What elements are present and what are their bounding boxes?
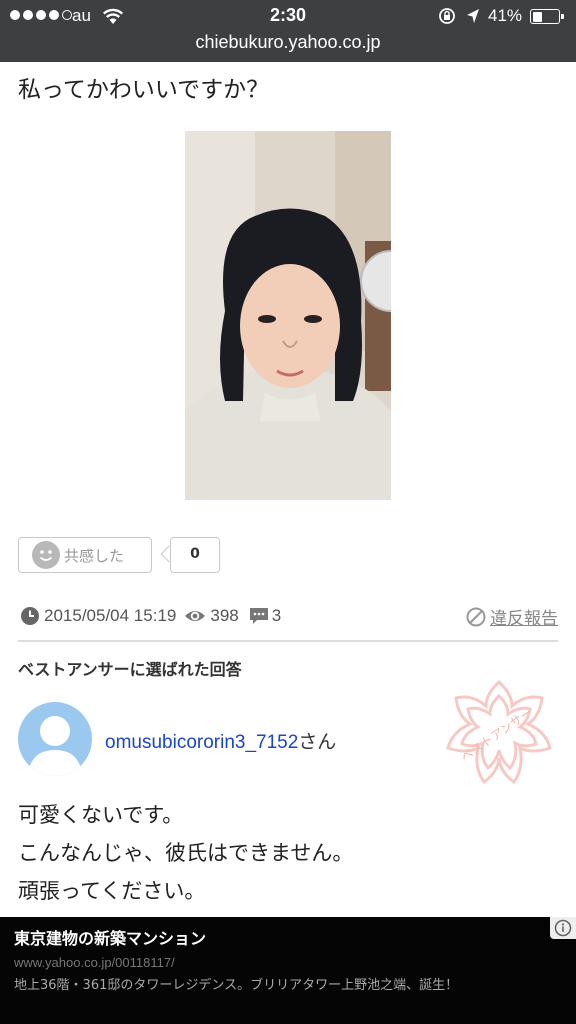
ad-title[interactable]: 東京建物の新築マンション xyxy=(14,925,562,949)
battery-icon xyxy=(530,9,564,24)
battery-percent: 41% xyxy=(488,6,523,25)
ad-info-icon[interactable] xyxy=(550,917,576,939)
ad-banner[interactable]: 東京建物の新築マンション www.yahoo.co.jp/00118117/ 地… xyxy=(0,917,576,1024)
best-answer-stamp-icon: ベストアンサー xyxy=(446,679,552,785)
answerer-username[interactable]: omusubicororin3_7152 xyxy=(105,732,298,753)
browser-top-bar: au 2:30 41% chiebukuro.yahoo.co.jp xyxy=(0,0,576,62)
question-title: 私ってかわいいですか？ xyxy=(18,77,270,103)
best-answer-body: 可愛くないです。 こんなんじゃ、彼氏はできません。 頑張ってください。 xyxy=(18,796,353,910)
answerer-honorific: さん xyxy=(298,732,337,753)
rotation-lock-icon xyxy=(439,8,455,24)
portrait-image xyxy=(185,131,391,500)
prohibited-icon xyxy=(466,607,486,626)
answer-line: 頑張ってください。 xyxy=(18,879,206,903)
sympathy-label: 共感した xyxy=(64,546,125,565)
smile-icon xyxy=(32,541,60,569)
sympathy-button[interactable]: 共感した xyxy=(18,537,152,573)
sympathy-count: 0 xyxy=(170,537,220,573)
section-divider xyxy=(18,640,558,642)
answer-line: 可愛くないです。 xyxy=(18,803,184,827)
question-meta: 2015/05/04 15:19 398 3 xyxy=(20,604,281,628)
clock-icon xyxy=(21,607,39,625)
eye-icon xyxy=(185,611,206,621)
posted-date: 2015/05/04 15:19 xyxy=(44,606,177,625)
comment-icon xyxy=(249,608,268,624)
report-label: 違反報告 xyxy=(490,609,558,629)
status-bar: au 2:30 41% xyxy=(0,0,576,32)
report-link[interactable]: 違反報告 xyxy=(466,604,558,629)
answer-line: こんなんじゃ、彼氏はできません。 xyxy=(18,841,354,865)
ad-url: www.yahoo.co.jp/00118117/ xyxy=(14,955,175,970)
avatar[interactable] xyxy=(18,702,92,776)
view-count: 398 xyxy=(210,606,239,625)
question-photo[interactable] xyxy=(185,131,391,500)
answerer: omusubicororin3_7152さん xyxy=(105,727,336,754)
comment-count: 3 xyxy=(271,606,282,625)
ad-description: 地上36階・361邸のタワーレジデンス。ブリリアタワー上野池之端、誕生！ xyxy=(14,978,459,993)
location-arrow-icon xyxy=(467,9,479,23)
best-answer-heading: ベストアンサーに選ばれた回答 xyxy=(18,660,242,679)
default-user-icon xyxy=(28,716,82,776)
address-bar-url[interactable]: chiebukuro.yahoo.co.jp xyxy=(0,32,576,53)
